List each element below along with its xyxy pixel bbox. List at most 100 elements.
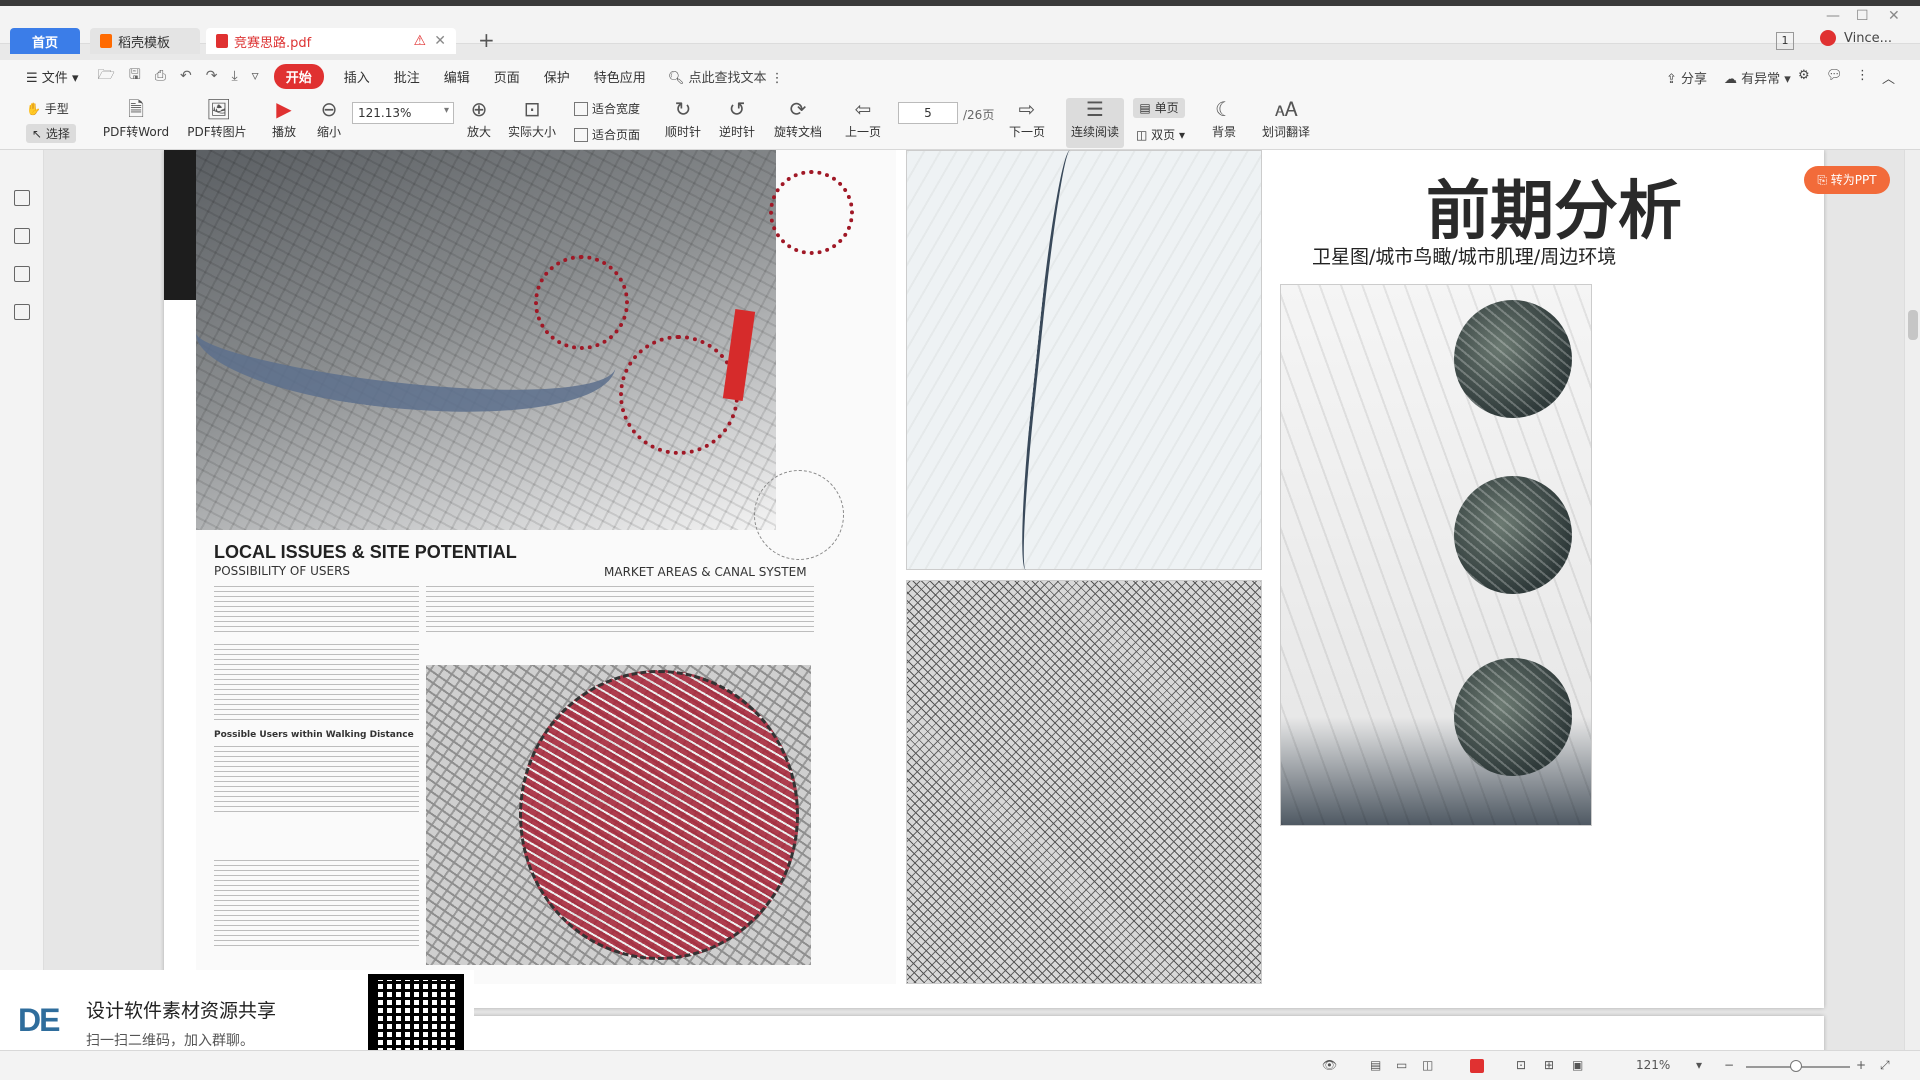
window-close-icon[interactable]: ✕ [1888, 8, 1900, 24]
issue-button[interactable]: ☁ 有异常 ▾ [1724, 68, 1791, 87]
actual-icon[interactable]: ⊞ [1544, 1058, 1554, 1072]
fit-page-icon [574, 127, 588, 142]
menu-features[interactable]: 特色应用 [582, 67, 658, 86]
vertical-scrollbar[interactable] [1904, 150, 1920, 1050]
window-top-edge [0, 0, 1920, 6]
attachment-icon[interactable] [14, 304, 30, 320]
ribbon-toolbar: ✋ 手型 ↖ 选择 🗎 PDF转Word 🖼 PDF转图片 ▶ 播放 ⊖ 缩小 121.… [0, 92, 1920, 150]
zoom-plus-icon[interactable]: + [1856, 1058, 1866, 1072]
undo-icon[interactable]: ↶ [173, 68, 199, 84]
satellite-circle-3 [1454, 658, 1572, 776]
page-view-icon[interactable]: ▣ [1572, 1058, 1583, 1072]
next-page-button[interactable]: ⇨ 下一页 [1004, 98, 1050, 140]
page-number-input[interactable]: 5 [898, 102, 958, 124]
actual-size-button[interactable]: ⊡ 实际大小 [504, 98, 560, 140]
comment-icon[interactable]: 💬︎ [1826, 68, 1843, 83]
title-bar: 首页 稻壳模板 竞赛思路.pdf ⚠ ✕ + — ☐ ✕ 1 Vince... [0, 0, 1920, 54]
export-icon[interactable]: ⤓ [224, 68, 244, 84]
fit-width-button[interactable]: 适合宽度 [574, 100, 640, 117]
slideshow-icon[interactable] [1470, 1059, 1484, 1073]
zoom-dropdown-icon[interactable]: ▾ [1696, 1058, 1702, 1072]
rotate-counterclockwise-button[interactable]: ↺ 逆时针 [714, 98, 760, 140]
more-tools-icon[interactable]: ▿ [245, 68, 266, 84]
tab-home-label: 首页 [31, 35, 58, 51]
pdf-to-word-button[interactable]: 🗎 PDF转Word [100, 98, 172, 140]
satellite-circle-2 [1454, 476, 1572, 594]
play-button[interactable]: ▶ 播放 [264, 98, 304, 140]
menu-edit[interactable]: 编辑 [432, 67, 482, 86]
new-tab-icon[interactable]: + [478, 28, 495, 52]
eye-protect-icon[interactable]: 👁︎ [1322, 1058, 1337, 1072]
hand-icon: ✋ [26, 101, 41, 116]
rotate-document-button[interactable]: ⟳ 旋转文档 [770, 98, 826, 140]
zoom-out-button[interactable]: ⊖ 缩小 [312, 98, 346, 140]
search-icon: 🔍︎ [667, 70, 685, 86]
translate-button[interactable]: 🗚 划词翻译 [1256, 98, 1316, 140]
chevron-down-icon[interactable]: ▾ [444, 105, 449, 116]
zoom-in-button[interactable]: ⊕ 放大 [462, 98, 496, 140]
page-total: /26页 [963, 108, 995, 122]
tab-home[interactable]: 首页 [10, 28, 80, 54]
menu-protect[interactable]: 保护 [532, 67, 582, 86]
fit-page-button[interactable]: 适合页面 [574, 126, 640, 143]
scrollbar-thumb[interactable] [1908, 310, 1918, 340]
status-zoom-value[interactable]: 121% [1636, 1058, 1670, 1072]
continuous-view-icon[interactable]: ▤ [1370, 1058, 1381, 1072]
menu-annotate[interactable]: 批注 [382, 67, 432, 86]
menu-start[interactable]: 开始 [273, 63, 324, 89]
rotate-doc-icon: ⟳ [789, 97, 807, 121]
minimize-icon[interactable]: — [1826, 8, 1840, 24]
file-menu[interactable]: ☰ 文件 ▾ [14, 67, 90, 86]
zoom-input[interactable]: 121.13% ▾ [352, 102, 454, 124]
single-page-button[interactable]: ▤ 单页 [1133, 98, 1185, 118]
more-icon[interactable]: ⋮ [1856, 68, 1869, 83]
outline-icon[interactable] [14, 190, 30, 206]
section-title: 前期分析 [1426, 175, 1682, 249]
fullscreen-icon[interactable]: ⤢ [1880, 1058, 1890, 1073]
tab-template[interactable]: 稻壳模板 [90, 28, 200, 54]
close-tab-icon[interactable]: ✕ [434, 33, 446, 49]
print-icon[interactable]: ⎙ [148, 68, 173, 84]
rotate-clockwise-button[interactable]: ↻ 顺时针 [660, 98, 706, 140]
settings-icon[interactable]: ⚙ [1798, 68, 1810, 83]
hand-tool[interactable]: ✋ 手型 [26, 100, 69, 117]
save-icon[interactable]: 🖫 [122, 64, 148, 88]
convert-to-ppt-label: 转为PPT [1830, 173, 1877, 187]
select-tool[interactable]: ↖ 选择 [26, 124, 76, 143]
thumbnail-icon[interactable] [14, 228, 30, 244]
menu-page[interactable]: 页面 [482, 67, 532, 86]
fit-icon[interactable]: ⊡ [1516, 1058, 1526, 1072]
double-view-icon[interactable]: ◫ [1422, 1058, 1433, 1072]
background-button[interactable]: ☾ 背景 [1204, 98, 1244, 140]
maximize-icon[interactable]: ☐ [1856, 8, 1869, 24]
collapse-ribbon-icon[interactable]: ︿ [1882, 68, 1895, 87]
continuous-read-button[interactable]: ☰ 连续阅读 [1066, 98, 1124, 140]
prev-page-label: 上一页 [844, 125, 881, 139]
page-count-badge[interactable]: 1 [1776, 32, 1794, 50]
fit-width-label: 适合宽度 [592, 102, 641, 116]
prev-page-button[interactable]: ⇦ 上一页 [840, 98, 886, 140]
pdf-to-image-button[interactable]: 🖼 PDF转图片 [184, 98, 250, 140]
annotation-icon[interactable] [14, 266, 30, 282]
share-button[interactable]: ⇪ 分享 [1666, 68, 1707, 87]
user-account[interactable]: Vince... [1820, 30, 1892, 46]
document-viewport[interactable]: LOCAL ISSUES & SITE POTENTIAL POSSIBILIT… [44, 150, 1904, 1050]
zoom-minus-icon[interactable]: − [1724, 1058, 1734, 1072]
redo-icon[interactable]: ↷ [199, 68, 225, 84]
play-icon: ▶ [276, 97, 292, 121]
river-terrain-image [906, 150, 1262, 570]
pdf-to-image-label: PDF转图片 [187, 125, 247, 139]
rotate-cw-icon: ↻ [674, 97, 692, 121]
zoom-in-icon: ⊕ [470, 97, 488, 121]
menu-insert[interactable]: 插入 [332, 67, 382, 86]
open-icon[interactable]: 🗁 [90, 64, 121, 88]
tab-pdf[interactable]: 竞赛思路.pdf ⚠ ✕ [206, 28, 456, 54]
zoom-slider-handle[interactable] [1790, 1060, 1802, 1072]
convert-to-ppt-button[interactable]: ⎘ 转为PPT [1804, 166, 1890, 194]
find-text[interactable]: 🔍︎ 点此查找文本 ⋮ [668, 67, 784, 86]
single-view-icon[interactable]: ▭ [1396, 1058, 1407, 1072]
warning-icon[interactable]: ⚠ [413, 33, 426, 49]
dashed-circle-3 [769, 170, 854, 255]
double-page-button[interactable]: ◫ 双页 ▾ [1136, 126, 1185, 143]
zoom-out-icon: ⊖ [320, 97, 338, 121]
